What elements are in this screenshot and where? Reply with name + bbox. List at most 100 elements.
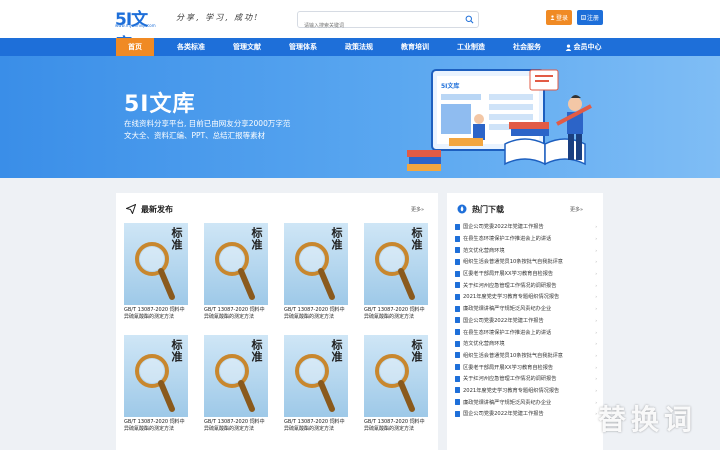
member-center-label: 会员中心	[573, 43, 602, 51]
hot-item-label: 范文优化营商环境	[463, 247, 505, 254]
search-icon[interactable]	[465, 15, 474, 24]
hot-item-label: 2021年度党史学习教育专题组织情况报告	[463, 387, 560, 394]
document-icon	[455, 270, 460, 277]
doc-caption: GB/T 13087-2020 饲料中异硫氰酸酯的测定方法	[124, 307, 185, 320]
register-label: 注册	[586, 15, 599, 22]
user-icon	[550, 15, 555, 20]
doc-caption: GB/T 13087-2020 饲料中异硫氰酸酯的测定方法	[204, 307, 265, 320]
hot-item[interactable]: 国企公司党委2022年党建工作报告 ›	[455, 315, 597, 327]
doc-caption: GB/T 13087-2020 饲料中异硫氰酸酯的测定方法	[124, 419, 185, 432]
doc-thumbnail: 标准	[284, 335, 348, 417]
chevron-right-icon: ›	[595, 271, 597, 277]
doc-thumbnail: 标准	[364, 335, 428, 417]
magnifier-icon	[295, 354, 335, 412]
nav-management-docs[interactable]: 管理文献	[222, 38, 272, 56]
hot-item[interactable]: 范文优化营商环境 ›	[455, 338, 597, 350]
hot-item-label: 范文优化营商环境	[463, 341, 505, 348]
doc-card[interactable]: 标准 GB/T 13087-2020 饲料中异硫氰酸酯的测定方法	[124, 335, 188, 433]
document-icon	[455, 399, 460, 406]
nav-home[interactable]: 首页	[116, 38, 154, 56]
chevron-right-icon: ›	[595, 247, 597, 253]
document-icon	[455, 364, 460, 371]
chevron-right-icon: ›	[595, 376, 597, 382]
doc-card[interactable]: 标准 GB/T 13087-2020 饲料中异硫氰酸酯的测定方法	[284, 223, 348, 321]
svg-text:5I文库: 5I文库	[441, 82, 459, 90]
hot-downloads-panel: 热门下载 更多» 国企公司党委2022年党建工作报告 › 在县生态环境保护工作推进…	[447, 193, 603, 450]
doc-card[interactable]: 标准 GB/T 13087-2020 饲料中异硫氰酸酯的测定方法	[204, 223, 268, 321]
hot-item[interactable]: 范文优化营商环境 ›	[455, 244, 597, 256]
login-label: 登录	[555, 15, 568, 22]
chevron-right-icon: ›	[595, 236, 597, 242]
document-icon	[455, 235, 460, 242]
chevron-right-icon: ›	[595, 306, 597, 312]
nav-social-service[interactable]: 社会服务	[502, 38, 552, 56]
document-icon	[455, 305, 460, 312]
hot-item[interactable]: 关于红河州应急管理工作情况的调研报告 ›	[455, 373, 597, 385]
nav-member-center[interactable]: 会员中心	[558, 38, 608, 56]
document-icon	[455, 340, 460, 347]
doc-card[interactable]: 标准 GB/T 13087-2020 饲料中异硫氰酸酯的测定方法	[204, 335, 268, 433]
magnifier-icon	[135, 354, 175, 412]
hot-more-link[interactable]: 更多»	[570, 206, 583, 213]
user-icon	[565, 43, 571, 51]
chevron-right-icon: ›	[595, 411, 597, 417]
document-icon	[455, 258, 460, 265]
nav-policy[interactable]: 政策法规	[334, 38, 384, 56]
site-header: 5I文库 www.mymmvip.com 分享, 学习, 成功! 登录 注册	[0, 0, 720, 55]
magnifier-icon	[295, 242, 335, 300]
hot-header: 热门下载	[457, 203, 504, 215]
hot-item-label: 组织生活会普通党员10条按批气自我批评意	[463, 352, 563, 359]
fire-icon	[457, 204, 467, 214]
login-button[interactable]: 登录	[546, 10, 572, 25]
register-icon	[581, 15, 586, 20]
hot-item-label: 组织生活会普通党员10条按批气自我批评意	[463, 259, 563, 266]
hot-item[interactable]: 组织生活会普通党员10条按批气自我批评意 ›	[455, 350, 597, 362]
hot-item-label: 廉政党课讲稿严守规矩泛风责纪办企业	[463, 399, 552, 406]
magnifier-icon	[375, 354, 415, 412]
hot-item[interactable]: 关于红河州应急管理工作情况的调研报告 ›	[455, 279, 597, 291]
hot-item[interactable]: 国企公司党委2022年党建工作报告 ›	[455, 221, 597, 233]
hot-item-label: 2021年度党史学习教育专题组织情况报告	[463, 294, 560, 301]
chevron-right-icon: ›	[595, 341, 597, 347]
document-icon	[455, 223, 460, 230]
nav-education[interactable]: 教育培训	[390, 38, 440, 56]
hot-item[interactable]: 国企公司党委2022年党建工作报告 ›	[455, 408, 597, 420]
banner-line-1: 在线资料分享平台, 目前已由网友分享2000万字范	[124, 119, 291, 128]
site-logo[interactable]: 5I文库 www.mymmvip.com	[115, 8, 163, 55]
banner-text: 在线资料分享平台, 目前已由网友分享2000万字范 文大全、资料汇编、PPT、总…	[124, 118, 324, 142]
paper-plane-icon	[126, 204, 136, 214]
hot-item-label: 关于红河州应急管理工作情况的调研报告	[463, 282, 557, 289]
main-nav: 首页 各类标准 管理文献 管理体系 政策法规 教育培训 工业制造 社会服务 会员…	[0, 38, 720, 56]
doc-card[interactable]: 标准 GB/T 13087-2020 饲料中异硫氰酸酯的测定方法	[364, 335, 428, 433]
hot-item[interactable]: 区委老干部局开展XX学习教育自检报告 ›	[455, 361, 597, 373]
hot-item-label: 廉政党课讲稿严守规矩泛风责纪办企业	[463, 306, 552, 313]
magnifier-icon	[215, 242, 255, 300]
hot-item-label: 国企公司党委2022年党建工作报告	[463, 317, 544, 324]
register-button[interactable]: 注册	[577, 10, 603, 25]
doc-card[interactable]: 标准 GB/T 13087-2020 饲料中异硫氰酸酯的测定方法	[364, 223, 428, 321]
slogan: 分享, 学习, 成功!	[176, 13, 260, 22]
hot-item[interactable]: 廉政党课讲稿严守规矩泛风责纪办企业 ›	[455, 303, 597, 315]
hot-title: 热门下载	[472, 204, 504, 214]
nav-standards[interactable]: 各类标准	[168, 38, 214, 56]
document-icon	[455, 247, 460, 254]
doc-card[interactable]: 标准 GB/T 13087-2020 饲料中异硫氰酸酯的测定方法	[124, 223, 188, 321]
magnifier-icon	[135, 242, 175, 300]
document-icon	[455, 387, 460, 394]
banner-line-2: 文大全、资料汇编、PPT、总结汇报等素材	[124, 131, 266, 140]
hot-item[interactable]: 在县生态环境保护工作推进会上的讲话 ›	[455, 233, 597, 245]
hot-item[interactable]: 在县生态环境保护工作推进会上的讲话 ›	[455, 326, 597, 338]
hot-item[interactable]: 2021年度党史学习教育专题组织情况报告 ›	[455, 291, 597, 303]
latest-more-link[interactable]: 更多»	[411, 206, 424, 213]
hot-item[interactable]: 区委老干部局开展XX学习教育自检报告 ›	[455, 268, 597, 280]
nav-industry[interactable]: 工业制造	[446, 38, 496, 56]
doc-card[interactable]: 标准 GB/T 13087-2020 饲料中异硫氰酸酯的测定方法	[284, 335, 348, 433]
doc-thumbnail: 标准	[204, 223, 268, 305]
hot-item[interactable]: 廉政党课讲稿严守规矩泛风责纪办企业 ›	[455, 396, 597, 408]
hot-item-label: 区委老干部局开展XX学习教育自检报告	[463, 364, 554, 371]
hot-item[interactable]: 2021年度党史学习教育专题组织情况报告 ›	[455, 385, 597, 397]
hot-item[interactable]: 组织生活会普通党员10条按批气自我批评意 ›	[455, 256, 597, 268]
search-input[interactable]	[298, 18, 453, 34]
nav-management-system[interactable]: 管理体系	[278, 38, 328, 56]
banner-illustration: 5I文库	[407, 69, 592, 171]
